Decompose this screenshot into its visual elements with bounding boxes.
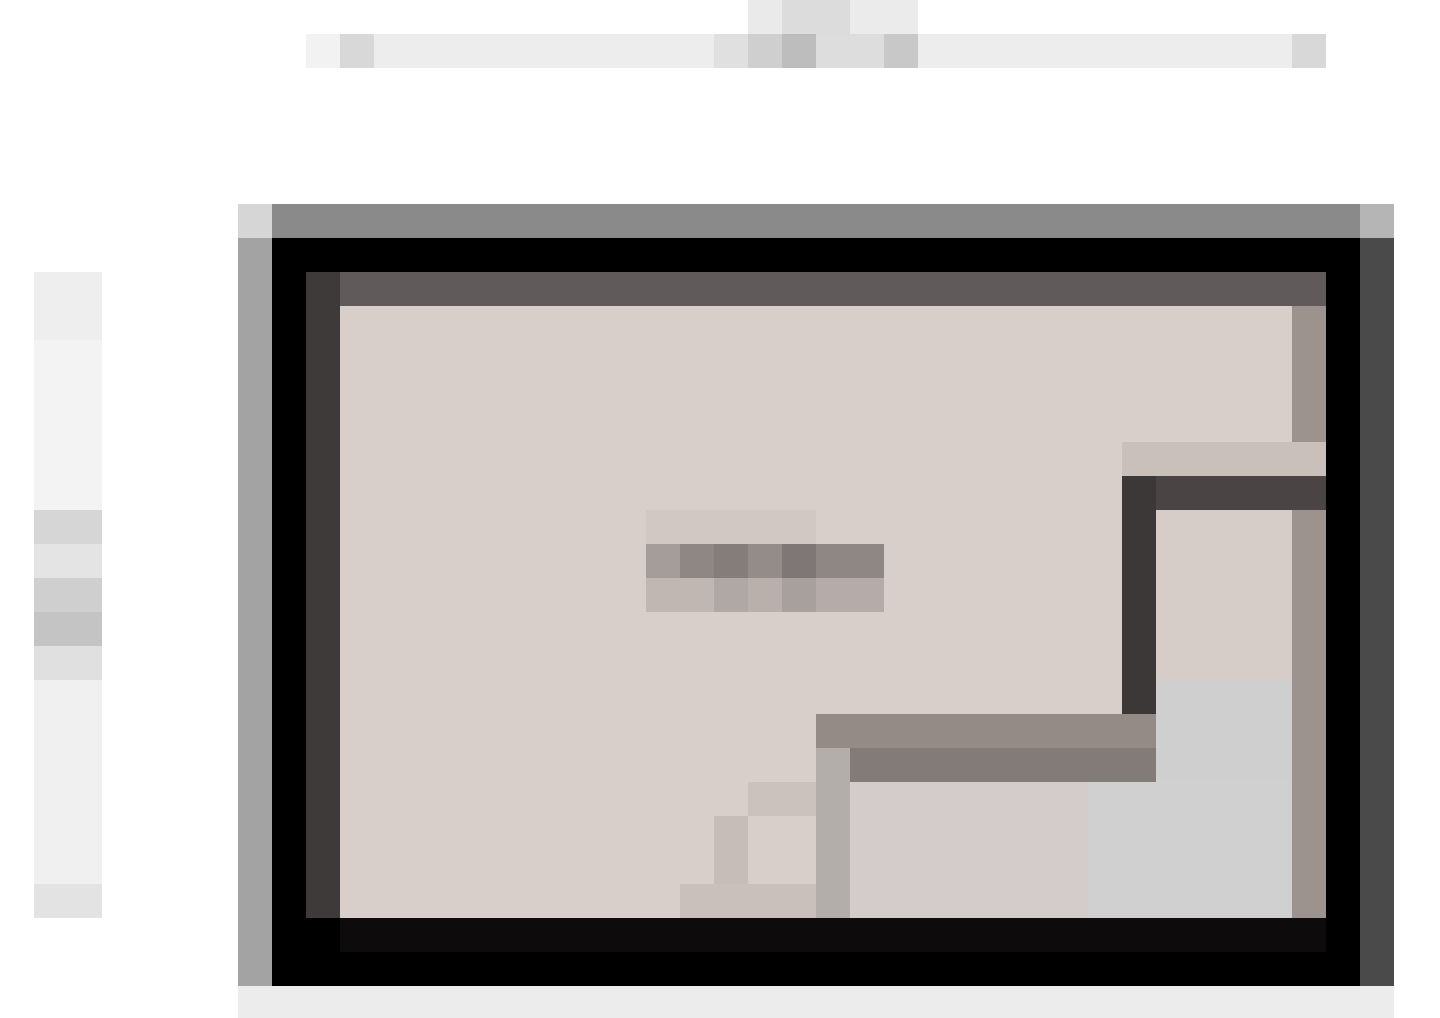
- frame-shadow-left: [238, 238, 272, 986]
- top-dimension-label: [714, 34, 918, 68]
- step-middle: [714, 816, 748, 884]
- room-label: [646, 544, 884, 578]
- room-label-shadow: [646, 578, 884, 612]
- frame-shadow-bottom: [238, 986, 1394, 1018]
- main-room-wall-left: [306, 272, 340, 918]
- frame-corner-top-right: [1360, 204, 1394, 238]
- floor-plan-canvas: [0, 0, 1440, 1018]
- room-label-top: [646, 510, 816, 544]
- main-room-wall-right: [1292, 306, 1326, 918]
- partition-wall-lower: [816, 714, 1156, 782]
- annex-light-area: [1088, 782, 1292, 918]
- top-dimension-cap: [748, 0, 918, 34]
- step-lower: [680, 884, 816, 918]
- main-room-wall-bottom: [340, 918, 1326, 952]
- frame-shadow-top: [238, 204, 1394, 238]
- step-upper: [748, 782, 816, 816]
- frame-shadow-right: [1360, 238, 1394, 986]
- partition-wall-vertical: [1122, 476, 1156, 748]
- frame-corner-top-left: [238, 204, 272, 238]
- left-dimension-bar: [34, 272, 102, 918]
- annex-edge-top: [1122, 442, 1326, 476]
- main-room-wall-top: [306, 272, 1326, 306]
- partition-wall-left: [816, 748, 850, 918]
